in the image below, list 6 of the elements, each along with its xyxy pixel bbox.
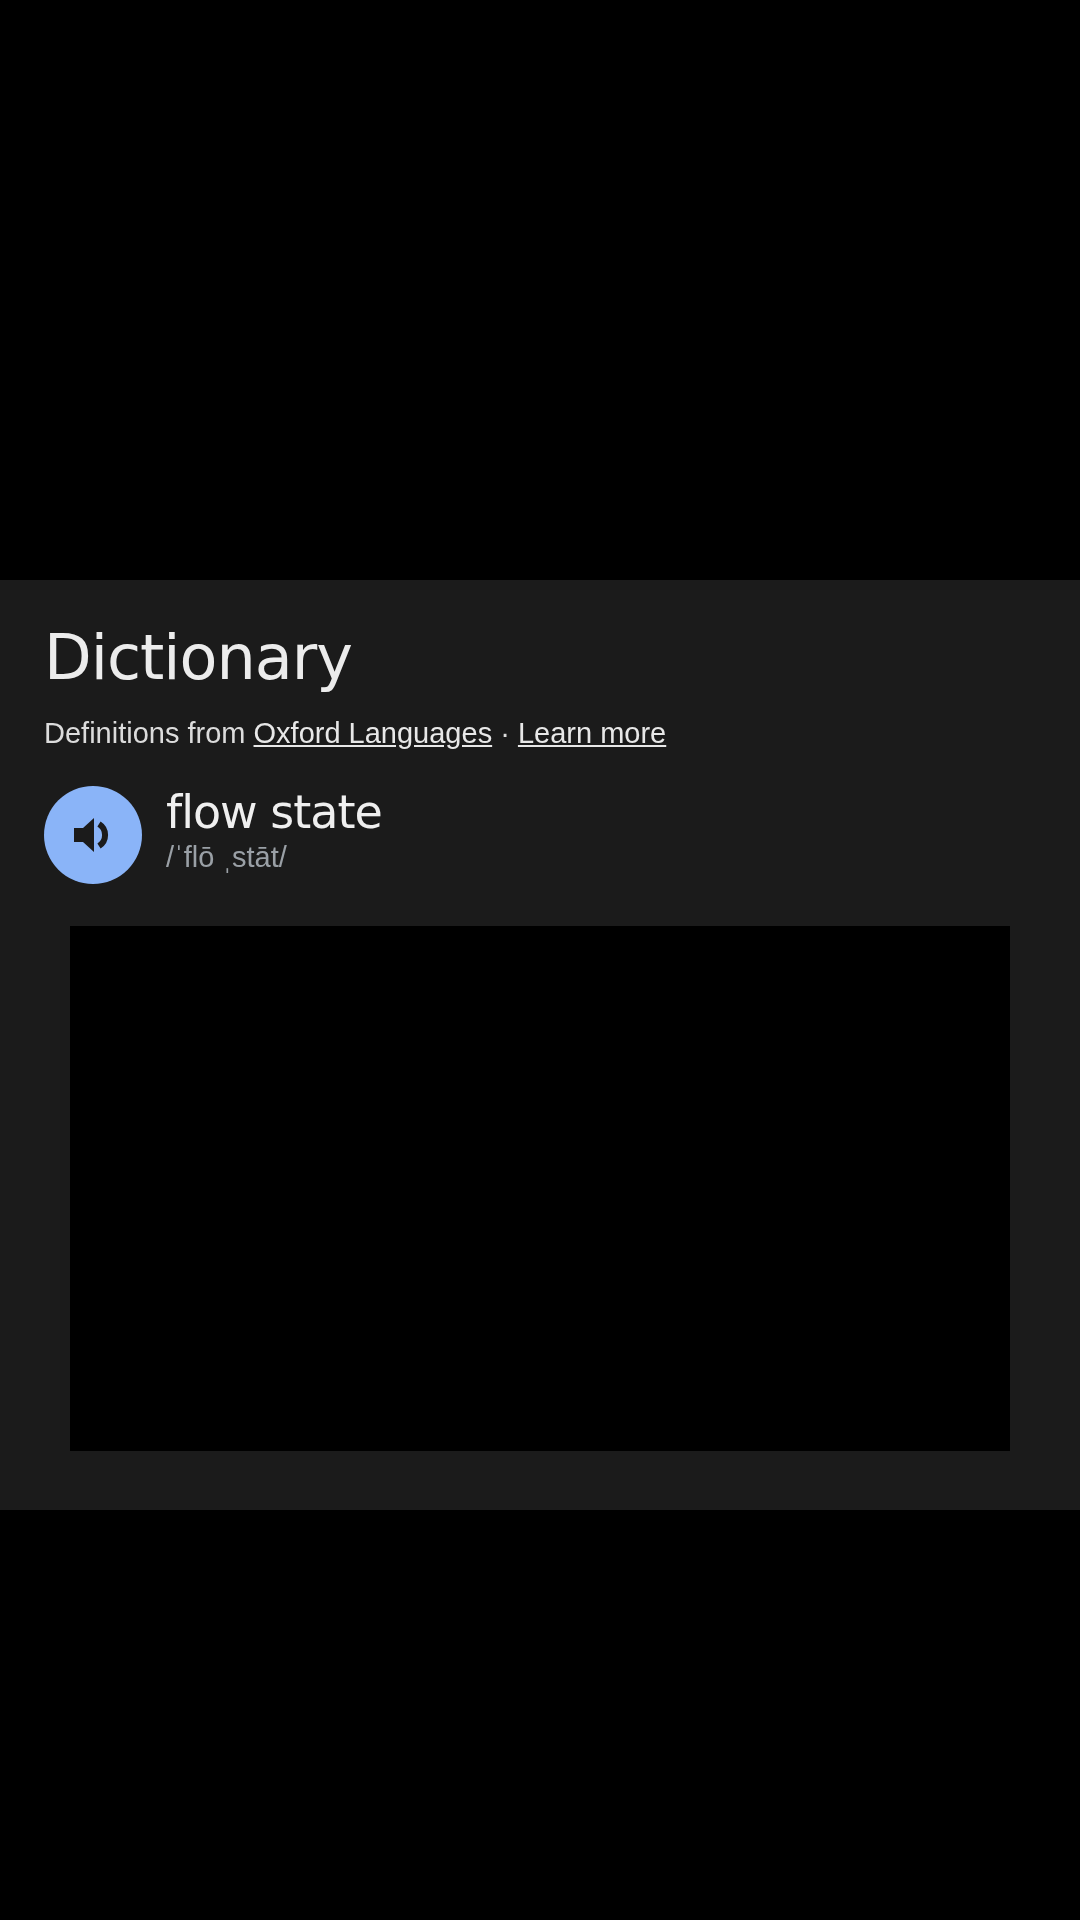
entry-word: flow state	[166, 785, 382, 839]
attribution-text: Definitions from Oxford Languages · Learn more	[44, 716, 667, 751]
dictionary-heading: Dictionary	[44, 620, 352, 696]
source-link[interactable]: Oxford Languages	[253, 717, 493, 749]
learn-more-link[interactable]: Learn more	[517, 717, 667, 749]
pronunciation-text: /ˈflō ˌstāt/	[166, 840, 287, 875]
